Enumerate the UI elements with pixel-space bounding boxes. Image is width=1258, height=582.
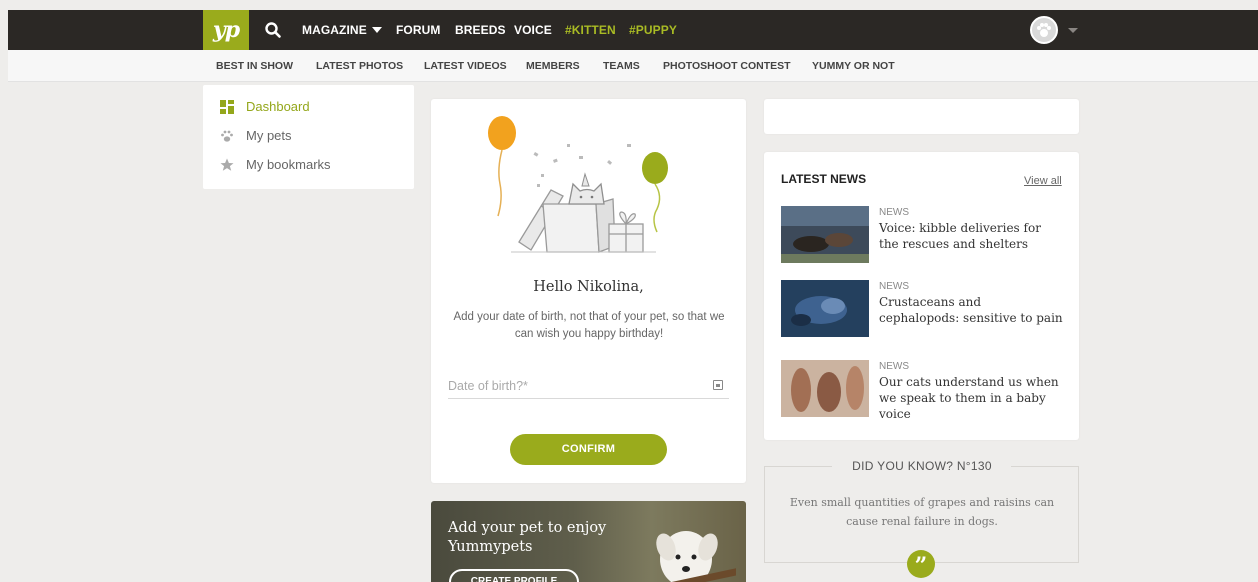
latest-news-title: LATEST NEWS [781, 172, 867, 186]
news-headline[interactable]: Voice: kibble deliveries for the rescues… [879, 220, 1064, 252]
birthday-cat-gift-illustration [488, 116, 668, 253]
quote-icon: ” [907, 550, 935, 579]
news-item[interactable]: NEWS Voice: kibble deliveries for the re… [781, 206, 1066, 266]
subnav-teams[interactable]: TEAMS [603, 50, 640, 82]
nav-voice[interactable]: VOICE [514, 10, 552, 50]
nav-magazine[interactable]: MAGAZINE [302, 10, 367, 50]
news-headline[interactable]: Crustaceans and cephalopods: sensitive t… [879, 294, 1064, 326]
dashboard-sidebar: Dashboard My pets My bookmarks [203, 85, 414, 189]
add-pet-promo-banner: Add your pet to enjoy Yummypets CREATE P… [431, 501, 746, 582]
empty-widget-card [764, 99, 1079, 134]
latest-news-card: LATEST NEWS View all NEWS Voice: kibble … [764, 152, 1079, 440]
birthday-intro-text: Add your date of birth, not that of your… [453, 311, 725, 340]
nav-puppy[interactable]: #PUPPY [629, 10, 677, 50]
sidebar-item-my-pets[interactable]: My pets [203, 126, 414, 146]
sidebar-item-label: Dashboard [246, 99, 310, 114]
subnav-members[interactable]: MEMBERS [526, 50, 580, 82]
divider [1011, 466, 1079, 467]
did-you-know-title: DID YOU KNOW? N°130 [852, 459, 992, 473]
news-category: NEWS [879, 281, 909, 292]
secondary-navigation-bar: BEST IN SHOW LATEST PHOTOS LATEST VIDEOS… [8, 50, 1258, 82]
sidebar-item-label: My pets [246, 128, 292, 143]
top-navigation-bar: yp MAGAZINE FORUM BREEDS VOICE #KITTEN #… [8, 10, 1258, 50]
chevron-down-icon[interactable] [372, 27, 382, 33]
calendar-icon[interactable] [713, 380, 723, 390]
subnav-photoshoot-contest[interactable]: PHOTOSHOOT CONTEST [663, 50, 791, 82]
view-all-link[interactable]: View all [1024, 175, 1062, 187]
sidebar-item-label: My bookmarks [246, 157, 331, 172]
news-thumbnail [781, 280, 869, 337]
nav-forum[interactable]: FORUM [396, 10, 441, 50]
news-item[interactable]: NEWS Our cats understand us when we spea… [781, 360, 1066, 422]
sidebar-item-my-bookmarks[interactable]: My bookmarks [203, 155, 414, 175]
greeting-text: Hello Nikolina, [533, 279, 644, 295]
news-thumbnail [781, 206, 869, 263]
puppy-photo [636, 531, 736, 582]
news-item[interactable]: NEWS Crustaceans and cephalopods: sensit… [781, 280, 1066, 340]
star-icon [220, 158, 234, 171]
create-profile-button[interactable]: CREATE PROFILE [449, 569, 579, 582]
yummypets-logo[interactable]: yp [203, 10, 249, 50]
sidebar-item-dashboard[interactable]: Dashboard [203, 97, 414, 117]
paw-avatar-icon [1037, 23, 1051, 37]
account-menu-caret-icon[interactable] [1068, 28, 1078, 33]
paw-icon [221, 130, 233, 142]
did-you-know-text: Even small quantities of grapes and rais… [789, 496, 1055, 528]
nav-kitten[interactable]: #KITTEN [565, 10, 616, 50]
promo-text: Add your pet to enjoy Yummypets [448, 520, 607, 555]
news-category: NEWS [879, 361, 909, 372]
news-category: NEWS [879, 207, 909, 218]
subnav-latest-photos[interactable]: LATEST PHOTOS [316, 50, 403, 82]
subnav-yummy-or-not[interactable]: YUMMY OR NOT [812, 50, 895, 82]
search-icon[interactable] [264, 21, 282, 39]
news-headline[interactable]: Our cats understand us when we speak to … [879, 374, 1064, 422]
subnav-best-in-show[interactable]: BEST IN SHOW [216, 50, 293, 82]
divider [764, 466, 832, 467]
birthday-card: Hello Nikolina, Add your date of birth, … [431, 99, 746, 483]
date-of-birth-input[interactable] [448, 373, 729, 399]
user-avatar[interactable] [1030, 16, 1058, 44]
news-thumbnail [781, 360, 869, 417]
subnav-latest-videos[interactable]: LATEST VIDEOS [424, 50, 507, 82]
confirm-button[interactable]: CONFIRM [510, 434, 667, 465]
dashboard-icon [220, 100, 234, 114]
nav-breeds[interactable]: BREEDS [455, 10, 506, 50]
